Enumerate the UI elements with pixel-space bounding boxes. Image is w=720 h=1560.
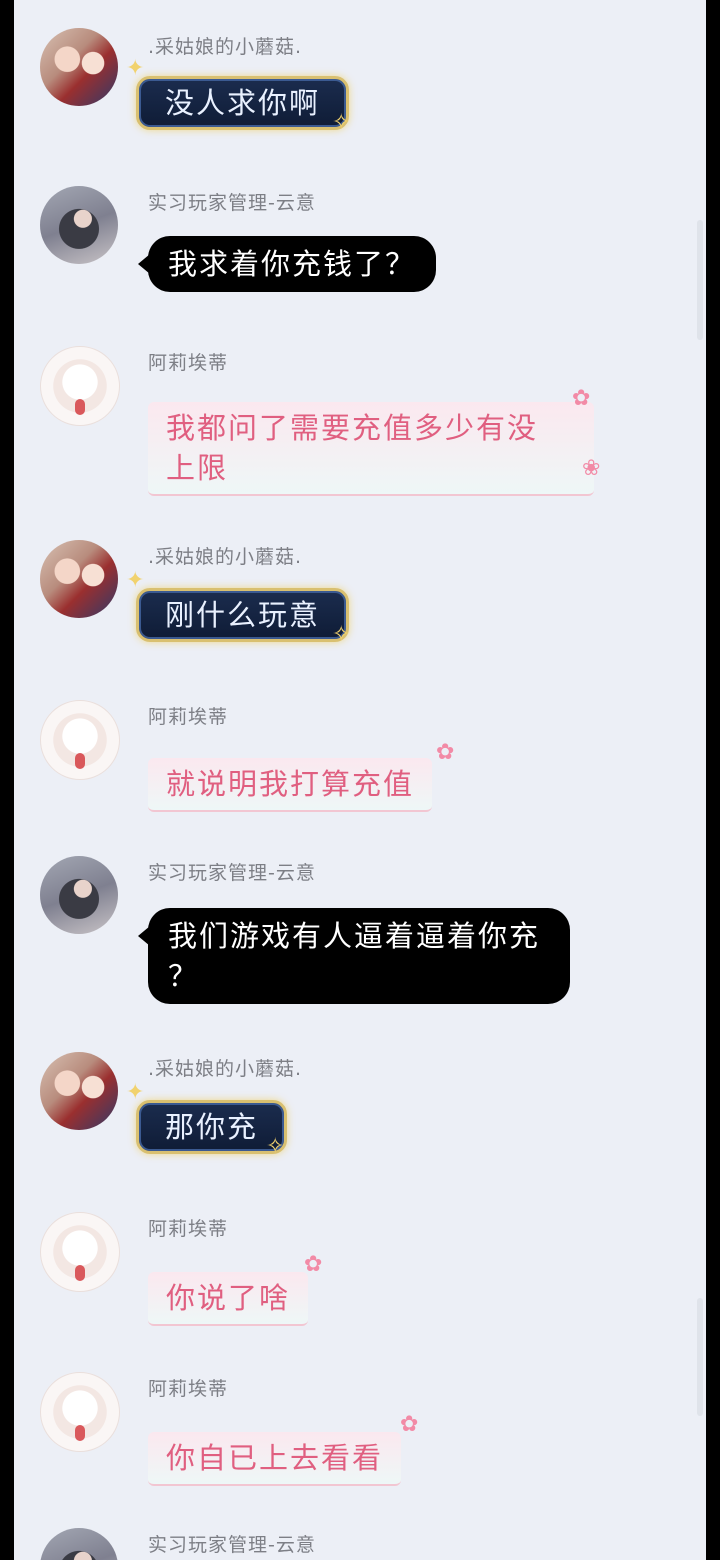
message-line: ？ bbox=[168, 959, 200, 993]
message-bubble[interactable]: 你说了啥 bbox=[148, 1272, 309, 1326]
flower-icon: ✿ bbox=[436, 740, 455, 765]
flower-icon: ✿ bbox=[304, 1252, 323, 1277]
avatar[interactable] bbox=[40, 28, 118, 106]
flower-icon: ✿ bbox=[400, 1412, 419, 1437]
sender-name: 阿莉埃蒂 bbox=[148, 1218, 229, 1240]
sparkle-icon: ✧ bbox=[332, 110, 351, 135]
sparkle-icon: ✧ bbox=[332, 622, 351, 647]
message-bubble[interactable]: 刚什么玩意 bbox=[136, 588, 350, 642]
sender-name: .采姑娘的小蘑菇. bbox=[148, 36, 303, 58]
flower-icon: ❀ bbox=[582, 456, 601, 481]
scrollbar-thumb[interactable] bbox=[697, 1298, 703, 1416]
sender-name: 阿莉埃蒂 bbox=[148, 706, 229, 728]
message-bubble[interactable]: 那你充 bbox=[136, 1100, 288, 1154]
sender-name: 实习玩家管理-云意 bbox=[148, 862, 316, 884]
sender-name: 实习玩家管理-云意 bbox=[148, 1534, 316, 1556]
sender-name: .采姑娘的小蘑菇. bbox=[148, 1058, 303, 1080]
avatar[interactable] bbox=[40, 856, 118, 934]
message-bubble[interactable]: 我都问了需要充值多少有没 上限 bbox=[148, 402, 594, 496]
message-bubble[interactable]: 我们游戏有人逼着逼着你充 ？ bbox=[138, 908, 570, 1004]
avatar[interactable] bbox=[40, 540, 118, 618]
message-bubble[interactable]: 就说明我打算充值 bbox=[148, 758, 433, 812]
scrollbar-thumb[interactable] bbox=[697, 220, 703, 340]
sender-name: 实习玩家管理-云意 bbox=[148, 192, 316, 214]
sparkle-icon: ✧ bbox=[266, 1134, 285, 1159]
message-bubble[interactable]: 你自已上去看看 bbox=[148, 1432, 402, 1486]
avatar[interactable] bbox=[40, 1528, 118, 1560]
message-line: 我们游戏有人逼着逼着你充 bbox=[168, 919, 541, 953]
message-bubble[interactable]: 没人求你啊 bbox=[136, 76, 350, 130]
avatar[interactable] bbox=[40, 346, 120, 426]
sender-name: .采姑娘的小蘑菇. bbox=[148, 546, 303, 568]
flower-icon: ✿ bbox=[572, 386, 591, 411]
avatar[interactable] bbox=[40, 186, 118, 264]
avatar[interactable] bbox=[40, 1052, 118, 1130]
avatar[interactable] bbox=[40, 700, 120, 780]
chat-area: .采姑娘的小蘑菇. ✦ 没人求你啊 ✧ 实习玩家管理-云意 我求着你充钱了？ 阿… bbox=[14, 0, 706, 1560]
sender-name: 阿莉埃蒂 bbox=[148, 1378, 229, 1400]
avatar[interactable] bbox=[40, 1212, 120, 1292]
message-bubble[interactable]: 我求着你充钱了？ bbox=[137, 236, 437, 292]
avatar[interactable] bbox=[40, 1372, 120, 1452]
sender-name: 阿莉埃蒂 bbox=[148, 352, 229, 374]
message-line: 我都问了需要充值多少有没 bbox=[166, 411, 539, 445]
message-line: 上限 bbox=[166, 451, 229, 485]
